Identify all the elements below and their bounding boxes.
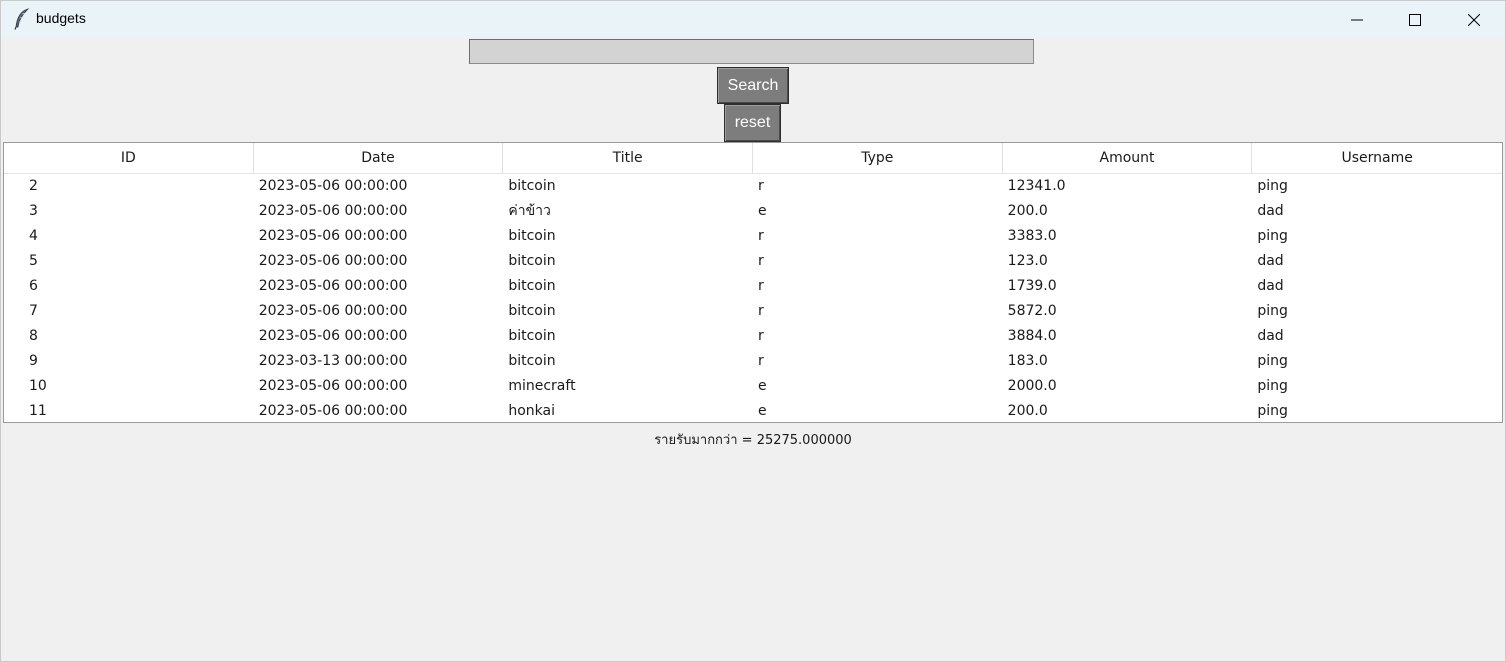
table-cell: r [758,277,764,294]
table-cell: bitcoin [508,227,556,244]
search-button[interactable]: Search [717,67,789,104]
table-cell: 10 [29,377,47,394]
table-cell: 5872.0 [1007,302,1057,319]
table-cell: bitcoin [508,252,556,269]
table-cell: 3884.0 [1007,327,1057,344]
table-cell: ค่าข้าว [508,202,551,219]
title-bar[interactable]: budgets [1,1,1505,38]
table-cell: 2023-05-06 00:00:00 [258,177,408,194]
table-cell: e [758,377,767,394]
table-cell: minecraft [508,377,576,394]
table-cell: dad [1257,277,1284,294]
table-cell: 2023-03-13 00:00:00 [258,352,408,369]
table-cell: ping [1257,352,1288,369]
column-header-type[interactable]: Type [753,143,1003,173]
table-cell: 12341.0 [1007,177,1066,194]
table-cell: ping [1257,377,1288,394]
table-cell: e [758,402,767,419]
table-cell: 200.0 [1007,402,1048,419]
table-cell: 11 [29,402,47,419]
table-cell: bitcoin [508,277,556,294]
table-cell: 9 [29,352,38,369]
table-cell: dad [1257,202,1284,219]
table-row[interactable]: 8 2023-05-06 00:00:00 bitcoin r 3884.0 dad [4,323,1502,348]
table-row[interactable]: 5 2023-05-06 00:00:00 bitcoin r 123.0 dad [4,248,1502,273]
budget-table[interactable]: ID Date Title Type Amount Username 2 2023… [3,142,1503,423]
feather-icon [14,8,30,30]
table-cell: r [758,177,764,194]
income-summary: รายรับมากกว่า = 25275.000000 [654,433,852,448]
table-cell: 6 [29,277,38,294]
table-cell: r [758,252,764,269]
maximize-button[interactable] [1386,1,1444,38]
table-cell: r [758,227,764,244]
table-row[interactable]: 9 2023-03-13 00:00:00 bitcoin r 183.0 ping [4,348,1502,373]
reset-button[interactable]: reset [724,104,781,142]
table-cell: 2000.0 [1007,377,1057,394]
table-header: ID Date Title Type Amount Username [4,143,1502,174]
table-cell: 3 [29,202,38,219]
table-row[interactable]: 10 2023-05-06 00:00:00 minecraft e 2000.0 pin… [4,373,1502,398]
table-cell: 2 [29,177,38,194]
table-cell: 2023-05-06 00:00:00 [258,327,408,344]
column-header-date[interactable]: Date [254,143,504,173]
table-row[interactable]: 6 2023-05-06 00:00:00 bitcoin r 1739.0 dad [4,273,1502,298]
maximize-icon [1409,13,1421,26]
table-cell: 4 [29,227,38,244]
table-row[interactable]: 2 2023-05-06 00:00:00 bitcoin r 12341.0 ping [4,173,1502,198]
table-cell: dad [1257,327,1284,344]
column-header-title[interactable]: Title [503,143,754,173]
table-cell: 200.0 [1007,202,1048,219]
close-icon [1468,13,1480,26]
table-cell: 2023-05-06 00:00:00 [258,277,408,294]
table-cell: 2023-05-06 00:00:00 [258,402,408,419]
table-cell: 2023-05-06 00:00:00 [258,302,408,319]
table-cell: 2023-05-06 00:00:00 [258,252,408,269]
table-cell: e [758,202,767,219]
table-row[interactable]: 7 2023-05-06 00:00:00 bitcoin r 5872.0 ping [4,298,1502,323]
table-cell: ping [1257,177,1288,194]
table-cell: 8 [29,327,38,344]
table-cell: honkai [508,402,555,419]
table-cell: 2023-05-06 00:00:00 [258,377,408,394]
table-cell: bitcoin [508,327,556,344]
minimize-icon [1351,19,1363,20]
table-cell: 1739.0 [1007,277,1057,294]
column-header-username[interactable]: Username [1252,143,1502,173]
table-cell: 123.0 [1007,252,1048,269]
table-row[interactable]: 4 2023-05-06 00:00:00 bitcoin r 3383.0 ping [4,223,1502,248]
window-title: budgets [36,10,86,26]
table-cell: r [758,302,764,319]
column-header-id[interactable]: ID [4,143,254,173]
table-cell: 5 [29,252,38,269]
table-cell: 7 [29,302,38,319]
table-row[interactable]: 11 2023-05-06 00:00:00 honkai e 200.0 ping [4,398,1502,423]
table-cell: bitcoin [508,302,556,319]
table-cell: 183.0 [1007,352,1048,369]
table-cell: 3383.0 [1007,227,1057,244]
table-cell: 2023-05-06 00:00:00 [258,227,408,244]
table-cell: ping [1257,302,1288,319]
table-row[interactable]: 3 2023-05-06 00:00:00 ค่าข้าว e 200.0 dad [4,198,1502,223]
table-cell: ping [1257,402,1288,419]
table-cell: ping [1257,227,1288,244]
table-cell: r [758,352,764,369]
minimize-button[interactable] [1328,1,1386,38]
app-window: budgets Search reset ID Date Title Type [0,0,1506,662]
table-cell: 2023-05-06 00:00:00 [258,202,408,219]
close-button[interactable] [1445,1,1503,38]
table-cell: r [758,327,764,344]
search-input[interactable] [469,39,1034,64]
table-body: 2 2023-05-06 00:00:00 bitcoin r 12341.0 ping 3… [4,173,1502,423]
table-cell: bitcoin [508,352,556,369]
table-cell: dad [1257,252,1284,269]
table-cell: bitcoin [508,177,556,194]
column-header-amount[interactable]: Amount [1003,143,1253,173]
